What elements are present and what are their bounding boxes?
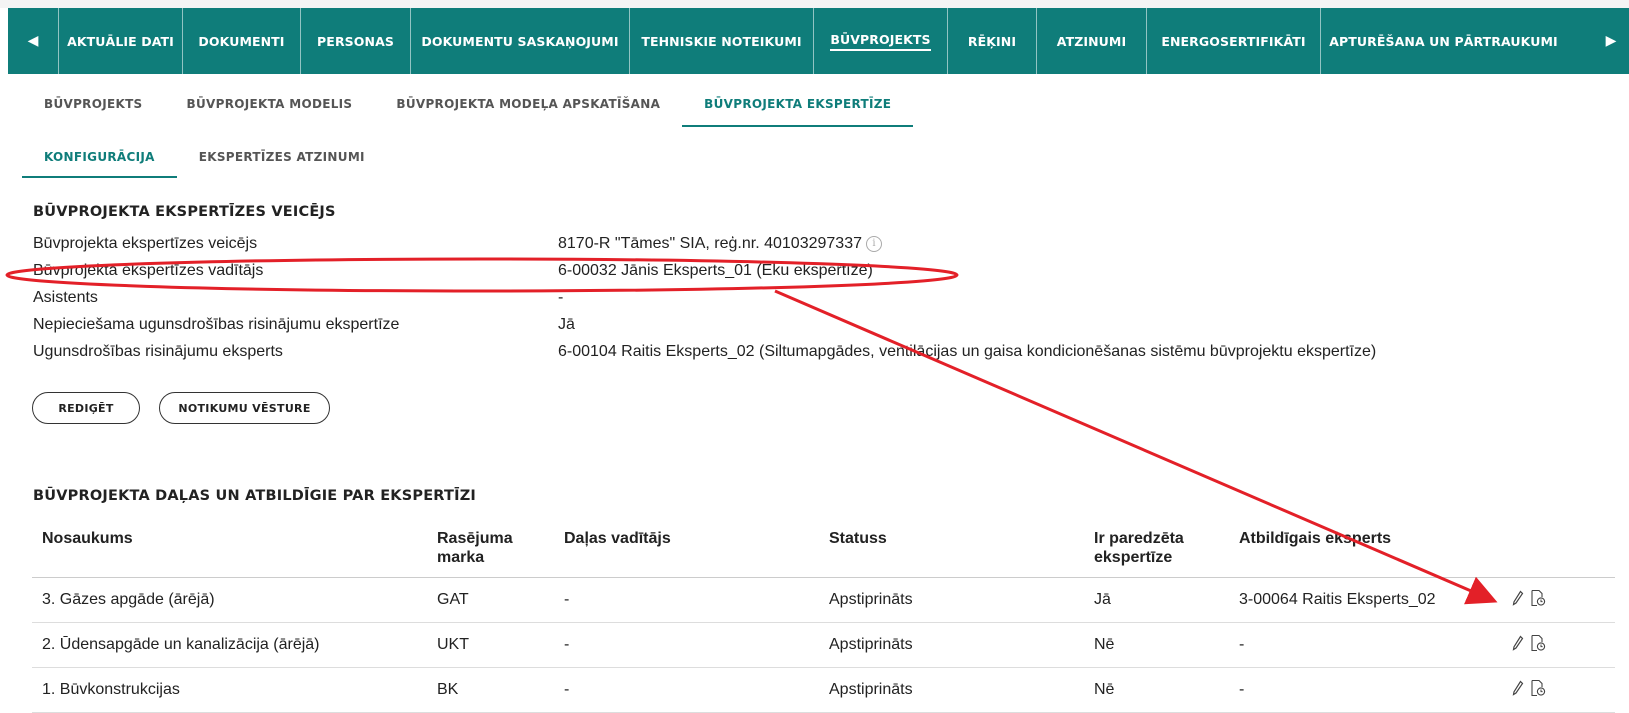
row-actions: [1502, 667, 1615, 713]
nav-item-label: AKTUĀLIE DATI: [67, 33, 174, 49]
nav-item-tehniskie-noteikumi[interactable]: TEHNISKIE NOTEIKUMI: [629, 8, 813, 74]
parts-section-title: BŪVPROJEKTA DAĻAS UN ATBILDĪGIE PAR EKSP…: [33, 488, 477, 504]
tab-label: EKSPERTĪZES ATZINUMI: [198, 149, 365, 164]
actions-header: [1502, 520, 1615, 578]
nav-item-personas[interactable]: PERSONAS: [300, 8, 410, 74]
nav-item-dokumenti[interactable]: DOKUMENTI: [182, 8, 300, 74]
tab-buvprojekta-modelis[interactable]: BŪVPROJEKTA MODELIS: [165, 82, 375, 126]
nav-item-label: ATZINUMI: [1056, 33, 1127, 49]
tab-buvprojekta-ekspertize[interactable]: BŪVPROJEKTA EKSPERTĪZE: [682, 82, 914, 127]
info-value: 6-00032 Jānis Eksperts_01 (Ēku ekspertīz…: [558, 262, 873, 279]
nav-item-apturesana-un-partraukumi[interactable]: APTURĒŠANA UN PĀRTRAUKUMI: [1320, 8, 1566, 74]
nav-item-label: PERSONAS: [317, 33, 394, 49]
info-value: 6-00104 Raitis Eksperts_02 (Siltumapgāde…: [558, 343, 1377, 360]
nav-item-label: ENERGOSERTIFIKĀTI: [1161, 33, 1306, 49]
table-row: 1. Būvkonstrukcijas BK - Apstiprināts Nē…: [32, 667, 1615, 713]
cell-status: Apstiprināts: [819, 667, 1084, 713]
nav-item-label: RĒĶINI: [967, 33, 1017, 49]
edit-button[interactable]: REDIĢĒT: [32, 392, 140, 424]
tab-buvprojekts[interactable]: BŪVPROJEKTS: [22, 82, 165, 126]
cell-lead: -: [554, 667, 819, 713]
table-row: 2. Ūdensapgāde un kanalizācija (ārējā) U…: [32, 622, 1615, 668]
info-label: Asistents: [33, 289, 98, 306]
chevron-right-icon[interactable]: ▶: [1593, 8, 1629, 74]
nav-item-buvprojekts[interactable]: BŪVPROJEKTS: [813, 8, 947, 74]
nav-item-energosertifikati[interactable]: ENERGOSERTIFIKĀTI: [1146, 8, 1320, 74]
top-strip: [0, 0, 1629, 8]
tab-label: BŪVPROJEKTA MODELIS: [186, 96, 353, 111]
cell-name: 3. Gāzes apgāde (ārējā): [32, 577, 427, 623]
tab-label: BŪVPROJEKTA EKSPERTĪZE: [704, 96, 892, 111]
cell-status: Apstiprināts: [819, 622, 1084, 668]
document-history-icon[interactable]: [1530, 679, 1546, 697]
cell-mark: UKT: [427, 622, 554, 668]
info-label: Ugunsdrošības risinājumu eksperts: [33, 343, 283, 360]
tab-modela-apskatisana[interactable]: BŪVPROJEKTA MODEĻA APSKATĪŠANA: [374, 82, 682, 126]
nav-item-label: APTURĒŠANA UN PĀRTRAUKUMI: [1329, 33, 1558, 49]
nav-item-label: BŪVPROJEKTS: [830, 32, 931, 51]
tab-label: BŪVPROJEKTS: [44, 96, 143, 111]
tab-label: KONFIGURĀCIJA: [44, 149, 155, 164]
info-label: Būvprojekta ekspertīzes veicējs: [33, 235, 258, 252]
cell-lead: -: [554, 622, 819, 668]
column-header: Ir paredzēta ekspertīze: [1084, 520, 1229, 578]
nav-item-label: DOKUMENTI: [198, 33, 285, 49]
cell-expertise-planned: Nē: [1084, 622, 1229, 668]
project-subtabs: BŪVPROJEKTS BŪVPROJEKTA MODELIS BŪVPROJE…: [22, 82, 914, 127]
expertise-subtabs: KONFIGURĀCIJA EKSPERTĪZES ATZINUMI: [22, 137, 387, 178]
cell-mark: GAT: [427, 577, 554, 623]
nav-item-rekini[interactable]: RĒĶINI: [947, 8, 1036, 74]
info-label: Būvprojekta ekspertīzes vadītājs: [33, 262, 264, 279]
info-value-wrap: 8170-R "Tāmes" SIA, reģ.nr. 40103297337 i: [558, 235, 882, 253]
nav-item-aktualie-dati[interactable]: AKTUĀLIE DATI: [58, 8, 182, 74]
pencil-icon[interactable]: [1512, 590, 1524, 606]
pencil-icon[interactable]: [1512, 635, 1524, 651]
cell-mark: BK: [427, 667, 554, 713]
cell-responsible-expert: -: [1229, 667, 1502, 713]
row-actions: [1502, 622, 1615, 668]
cell-expertise-planned: Jā: [1084, 577, 1229, 623]
column-header: Rasējuma marka: [427, 520, 554, 578]
expertise-section-title: BŪVPROJEKTA EKSPERTĪZES VEICĒJS: [33, 204, 336, 220]
cell-expertise-planned: Nē: [1084, 667, 1229, 713]
nav-item-atzinumi[interactable]: ATZINUMI: [1036, 8, 1146, 74]
table-header-row: Nosaukums Rasējuma marka Daļas vadītājs …: [32, 520, 1615, 578]
tab-konfiguracija[interactable]: KONFIGURĀCIJA: [22, 137, 177, 178]
info-value: 8170-R "Tāmes" SIA, reģ.nr. 40103297337: [558, 235, 862, 252]
info-value: -: [558, 289, 564, 306]
cell-name: 2. Ūdensapgāde un kanalizācija (ārējā): [32, 622, 427, 668]
column-header: Statuss: [819, 520, 1084, 578]
column-header: Nosaukums: [32, 520, 427, 578]
tab-label: BŪVPROJEKTA MODEĻA APSKATĪŠANA: [396, 96, 661, 111]
cell-responsible-expert: -: [1229, 622, 1502, 668]
table-row: 3. Gāzes apgāde (ārējā) GAT - Apstiprinā…: [32, 577, 1615, 623]
pencil-icon[interactable]: [1512, 680, 1524, 696]
cell-name: 1. Būvkonstrukcijas: [32, 667, 427, 713]
cell-lead: -: [554, 577, 819, 623]
document-history-icon[interactable]: [1530, 589, 1546, 607]
nav-item-label: TEHNISKIE NOTEIKUMI: [641, 33, 802, 49]
cell-responsible-expert: 3-00064 Raitis Eksperts_02: [1229, 577, 1502, 623]
info-label: Nepieciešama ugunsdrošības risinājumu ek…: [33, 316, 400, 333]
nav-item-dokumentu-saskanojumi[interactable]: DOKUMENTU SASKAŅOJUMI: [410, 8, 629, 74]
info-value: Jā: [558, 316, 575, 333]
column-header: Atbildīgais eksperts: [1229, 520, 1502, 578]
cell-status: Apstiprināts: [819, 577, 1084, 623]
nav-item-label: DOKUMENTU SASKAŅOJUMI: [421, 33, 619, 49]
tab-ekspertizes-atzinumi[interactable]: EKSPERTĪZES ATZINUMI: [177, 137, 387, 176]
row-actions: [1502, 577, 1615, 623]
column-header: Daļas vadītājs: [554, 520, 819, 578]
main-navigation: ◀ AKTUĀLIE DATI DOKUMENTI PERSONAS DOKUM…: [8, 8, 1629, 74]
document-history-icon[interactable]: [1530, 634, 1546, 652]
info-icon[interactable]: i: [866, 236, 882, 252]
chevron-left-icon[interactable]: ◀: [8, 8, 58, 74]
event-history-button[interactable]: NOTIKUMU VĒSTURE: [159, 392, 330, 424]
parts-table: Nosaukums Rasējuma marka Daļas vadītājs …: [32, 520, 1615, 713]
